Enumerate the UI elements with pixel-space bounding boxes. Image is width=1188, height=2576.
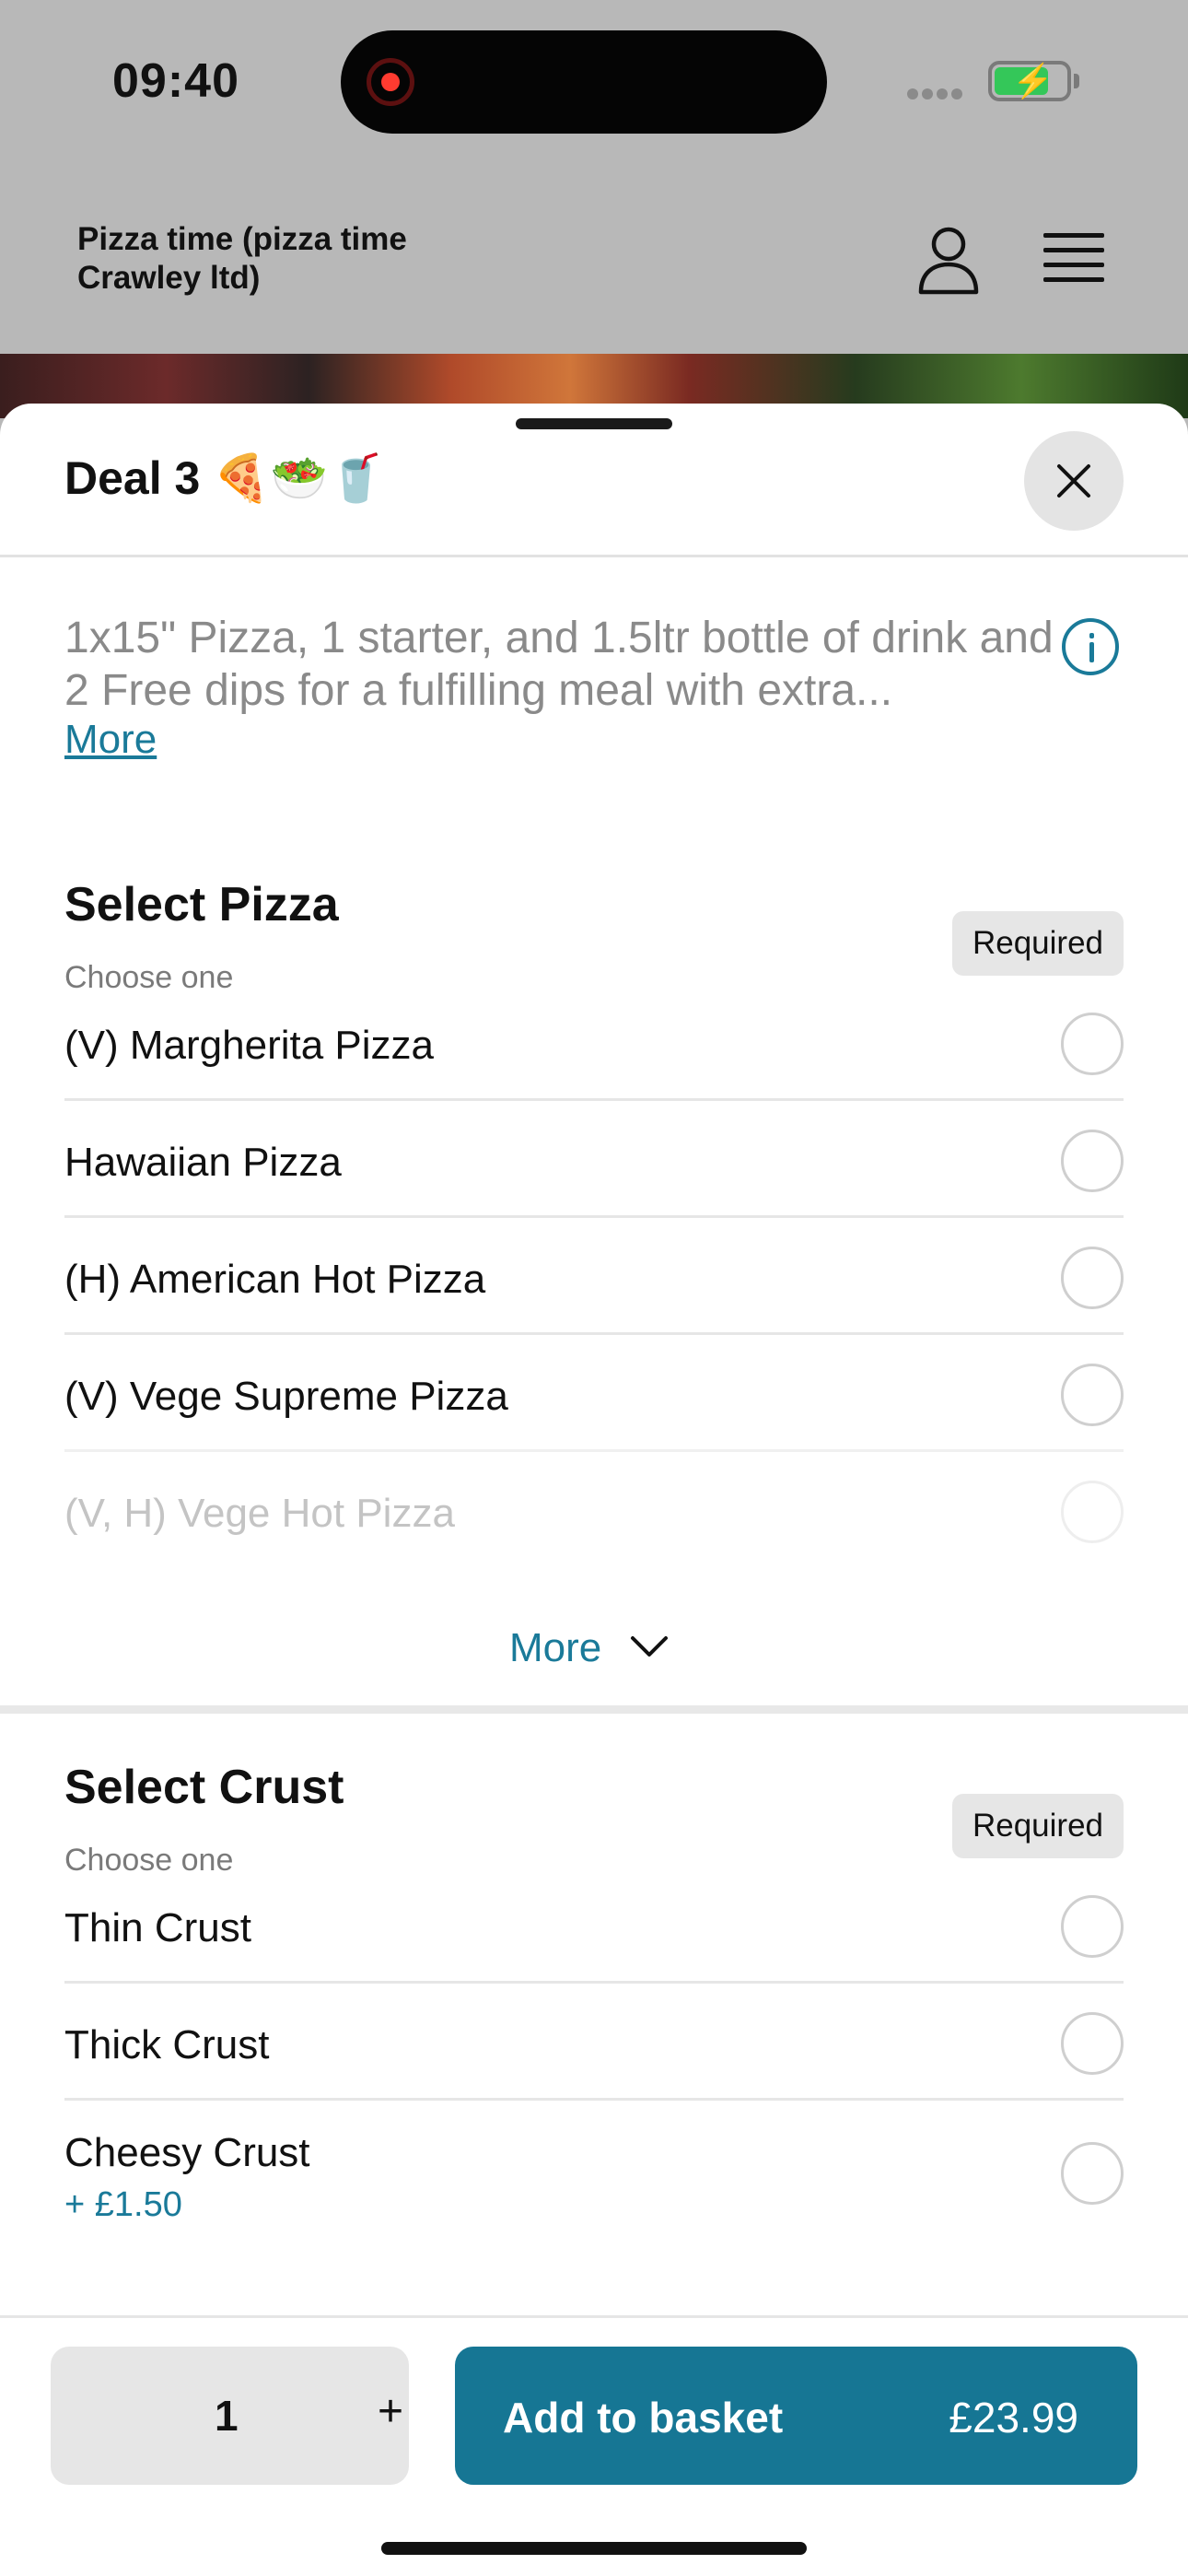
section-divider <box>0 1705 1188 1714</box>
store-name: Pizza time (pizza time Crawley ltd) <box>77 221 407 296</box>
radio-button[interactable] <box>1061 1247 1124 1309</box>
option-thin-crust[interactable]: Thin Crust <box>64 1867 1124 1984</box>
cellular-signal-icon <box>907 88 966 104</box>
bottom-action-bar: 1 + Add to basket £23.99 <box>0 2315 1188 2576</box>
option-label: (V) Vege Supreme Pizza <box>64 1374 508 1419</box>
dynamic-island <box>341 30 827 134</box>
option-label: (V) Margherita Pizza <box>64 1023 435 1068</box>
section-title-crust: Select Crust <box>64 1761 344 1814</box>
battery-icon: ⚡ <box>988 61 1071 101</box>
deal-description: 1x15" Pizza, 1 starter, and 1.5ltr bottl… <box>64 614 1054 715</box>
option-label: (H) American Hot Pizza <box>64 1257 486 1302</box>
total-price: £23.99 <box>949 2394 1078 2441</box>
app-header: Pizza time (pizza time Crawley ltd) <box>0 166 1188 355</box>
hamburger-menu-icon[interactable] <box>1043 233 1104 287</box>
close-button[interactable] <box>1024 431 1124 531</box>
option-label: Cheesy Crust <box>64 2130 310 2175</box>
option-label: (V, H) Vege Hot Pizza <box>64 1491 455 1536</box>
radio-button[interactable] <box>1061 1481 1124 1543</box>
description-more-link[interactable]: More <box>64 717 157 763</box>
radio-button[interactable] <box>1061 1130 1124 1192</box>
home-indicator[interactable] <box>381 2542 807 2555</box>
option-american-hot[interactable]: (H) American Hot Pizza <box>64 1218 1124 1335</box>
required-badge: Required <box>952 911 1124 976</box>
deal-sheet: Deal 3 🍕🥗🥤 1x15" Pizza, 1 starter, and 1… <box>0 404 1188 2576</box>
radio-button[interactable] <box>1061 1013 1124 1075</box>
sheet-title: Deal 3 🍕🥗🥤 <box>64 452 385 504</box>
radio-button[interactable] <box>1061 2142 1124 2205</box>
user-icon[interactable] <box>916 226 981 296</box>
increment-button[interactable]: + <box>378 2386 403 2437</box>
more-options-toggle[interactable]: More <box>509 1625 668 1671</box>
option-thick-crust[interactable]: Thick Crust <box>64 1984 1124 2101</box>
status-time: 09:40 <box>112 54 239 108</box>
section-title-pizza: Select Pizza <box>64 878 339 931</box>
option-price: + £1.50 <box>64 2185 182 2224</box>
status-bar: 09:40 ⚡ <box>0 0 1188 166</box>
required-badge: Required <box>952 1794 1124 1858</box>
option-label: Hawaiian Pizza <box>64 1140 342 1185</box>
close-icon <box>1057 464 1090 498</box>
add-to-basket-button[interactable]: Add to basket £23.99 <box>455 2347 1137 2485</box>
option-vege-supreme[interactable]: (V) Vege Supreme Pizza <box>64 1335 1124 1452</box>
divider <box>0 555 1188 557</box>
more-toggle-label: More <box>509 1625 602 1670</box>
option-label: Thick Crust <box>64 2022 270 2067</box>
option-label: Thin Crust <box>64 1905 251 1950</box>
option-cheesy-crust[interactable]: Cheesy Crust + £1.50 <box>64 2101 1124 2248</box>
radio-button[interactable] <box>1061 1364 1124 1426</box>
recording-indicator-icon <box>367 58 414 106</box>
option-hawaiian[interactable]: Hawaiian Pizza <box>64 1101 1124 1218</box>
chevron-down-icon <box>631 1636 668 1657</box>
add-to-basket-label: Add to basket <box>503 2394 784 2441</box>
quantity-value: 1 <box>215 2392 239 2440</box>
quantity-stepper[interactable]: 1 + <box>51 2347 409 2485</box>
option-margherita[interactable]: (V) Margherita Pizza <box>64 984 1124 1101</box>
sheet-grabber[interactable] <box>516 418 672 429</box>
option-vege-hot[interactable]: (V, H) Vege Hot Pizza <box>64 1452 1124 1569</box>
info-icon[interactable] <box>1062 618 1119 675</box>
radio-button[interactable] <box>1061 2012 1124 2075</box>
radio-button[interactable] <box>1061 1895 1124 1958</box>
battery-tip <box>1074 74 1079 88</box>
